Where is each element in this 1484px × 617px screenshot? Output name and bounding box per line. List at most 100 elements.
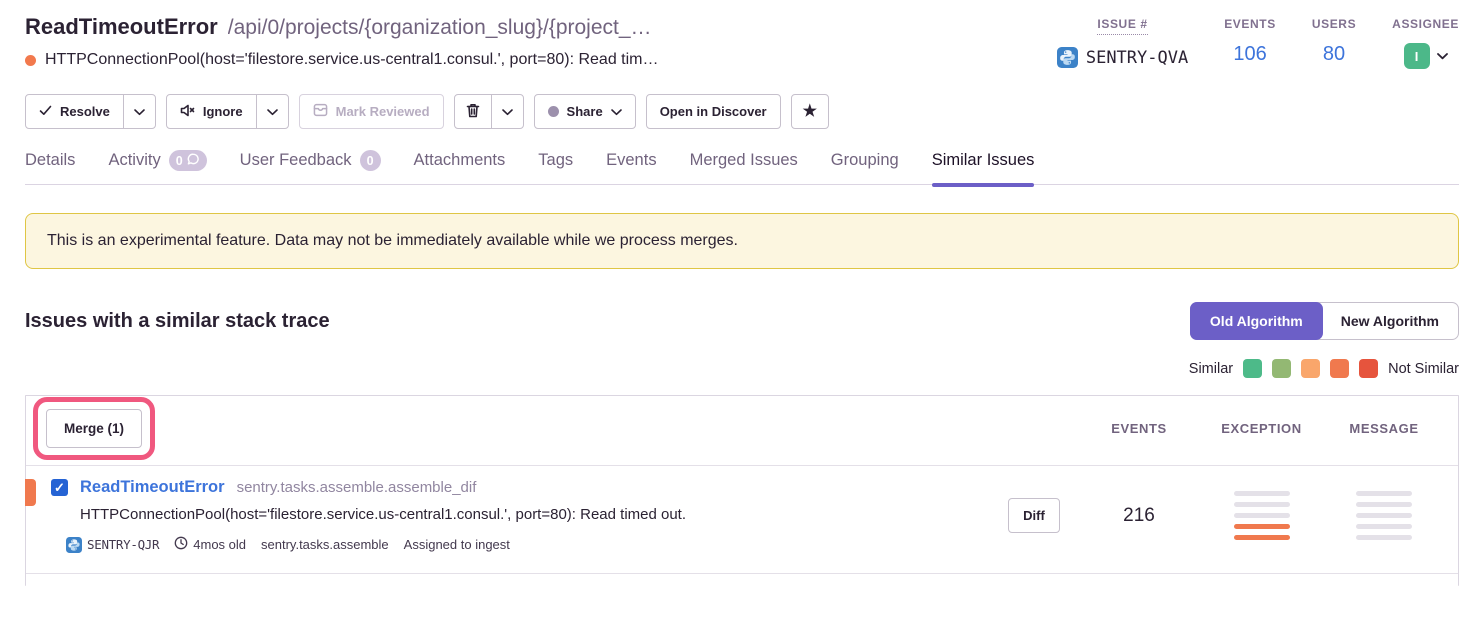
similar-issue-culprit: sentry.tasks.assemble.assemble_dif	[237, 479, 477, 496]
resolve-button[interactable]: Resolve	[25, 94, 124, 129]
mark-reviewed-button[interactable]: Mark Reviewed	[299, 94, 444, 129]
legend-swatch	[1243, 359, 1262, 378]
issue-page: ReadTimeoutError /api/0/projects/{organi…	[0, 14, 1484, 586]
similarity-legend-swatches	[1243, 359, 1378, 378]
tab-user-feedback[interactable]: User Feedback 0	[240, 150, 381, 184]
resolve-button-group: Resolve	[25, 94, 156, 129]
users-label: USERS	[1312, 17, 1356, 31]
exception-similarity-spectrum	[1234, 491, 1290, 540]
stat-assignee: ASSIGNEE I	[1392, 17, 1459, 69]
events-count[interactable]: 106	[1233, 43, 1266, 66]
python-project-icon	[1057, 47, 1078, 68]
events-label: EVENTS	[1224, 17, 1276, 31]
delete-dropdown-button[interactable]	[491, 94, 524, 129]
similarity-bar	[1234, 524, 1290, 529]
assignee-dropdown[interactable]: I	[1404, 43, 1448, 69]
issue-title-block: ReadTimeoutError /api/0/projects/{organi…	[25, 14, 659, 69]
similarity-bar	[1356, 491, 1412, 496]
users-count[interactable]: 80	[1323, 43, 1345, 66]
chevron-down-icon	[267, 104, 278, 119]
issue-number-label: ISSUE #	[1097, 17, 1147, 35]
chevron-down-icon	[611, 104, 622, 119]
check-icon	[39, 104, 52, 119]
bookmark-star-button[interactable]: ★	[791, 94, 829, 129]
column-header-message: MESSAGE	[1324, 421, 1444, 436]
merge-button[interactable]: Merge (1)	[46, 409, 142, 448]
legend-similar-label: Similar	[1189, 361, 1233, 377]
stat-issue-number: ISSUE # SENTRY-QVA	[1057, 17, 1188, 69]
similarity-bar	[1234, 535, 1290, 540]
similar-issue-message: HTTPConnectionPool(host='filestore.servi…	[80, 506, 969, 523]
diff-button[interactable]: Diff	[1008, 498, 1060, 533]
tab-attachments[interactable]: Attachments	[414, 150, 506, 184]
legend-not-similar-label: Not Similar	[1388, 361, 1459, 377]
new-algorithm-button[interactable]: New Algorithm	[1322, 303, 1458, 339]
tab-activity[interactable]: Activity 0	[108, 150, 206, 184]
ignore-dropdown-button[interactable]	[256, 94, 289, 129]
similar-issue-row: ✓ ReadTimeoutError sentry.tasks.assemble…	[26, 465, 1458, 574]
ignore-button-group: Ignore	[166, 94, 289, 129]
similarity-legend: Similar Not Similar	[25, 359, 1459, 378]
star-icon: ★	[803, 104, 817, 120]
delete-button-group	[454, 94, 524, 129]
delete-button[interactable]	[454, 94, 492, 129]
column-headers: EVENTS EXCEPTION MESSAGE	[1079, 421, 1458, 436]
project-short-id-text: SENTRY-QJR	[87, 537, 159, 552]
message-similarity-spectrum	[1356, 491, 1412, 540]
similarity-bar	[1356, 524, 1412, 529]
assignee-avatar[interactable]: I	[1404, 43, 1430, 69]
trash-icon	[466, 103, 480, 121]
legend-swatch	[1359, 359, 1378, 378]
column-header-events: EVENTS	[1079, 421, 1199, 436]
tab-events[interactable]: Events	[606, 150, 656, 184]
row-checkbox[interactable]: ✓	[51, 479, 68, 496]
issue-stats: ISSUE # SENTRY-QVA EVENTS 106 USERS 80 A…	[1057, 14, 1459, 69]
legend-swatch	[1330, 359, 1349, 378]
algorithm-toggle: Old Algorithm New Algorithm	[1190, 302, 1459, 340]
issue-title: ReadTimeoutError	[25, 14, 218, 40]
legend-swatch	[1301, 359, 1320, 378]
open-in-discover-button[interactable]: Open in Discover	[646, 94, 781, 129]
comment-bubble-icon	[187, 153, 200, 169]
similarity-bar	[1356, 513, 1412, 518]
issue-transaction-path: /api/0/projects/{organization_slug}/{pro…	[228, 16, 652, 40]
issue-task: sentry.tasks.assemble	[261, 537, 389, 552]
old-algorithm-button[interactable]: Old Algorithm	[1190, 302, 1323, 340]
share-button[interactable]: Share	[534, 94, 636, 129]
issue-short-id: SENTRY-QVA	[1057, 47, 1188, 68]
similarity-bar	[1234, 513, 1290, 518]
section-title: Issues with a similar stack trace	[25, 310, 330, 333]
issue-assigned-to: Assigned to ingest	[404, 537, 510, 552]
chevron-down-icon	[502, 104, 513, 119]
tab-details[interactable]: Details	[25, 150, 75, 184]
error-level-dot	[25, 55, 36, 66]
legend-swatch	[1272, 359, 1291, 378]
mute-icon	[180, 104, 195, 120]
feedback-count-badge: 0	[360, 150, 381, 171]
similar-issue-title-link[interactable]: ReadTimeoutError	[80, 478, 225, 497]
tab-tags[interactable]: Tags	[538, 150, 573, 184]
chevron-down-icon	[134, 104, 145, 119]
error-level-bar	[25, 479, 36, 506]
issue-short-id-text: SENTRY-QVA	[1086, 48, 1188, 68]
similarity-bar	[1356, 535, 1412, 540]
similar-issues-panel: Merge (1) EVENTS EXCEPTION MESSAGE ✓ Rea…	[25, 395, 1459, 586]
chevron-down-icon	[1437, 53, 1448, 60]
stat-users: USERS 80	[1312, 17, 1356, 69]
issue-subtitle: HTTPConnectionPool(host='filestore.servi…	[45, 51, 659, 69]
assignee-label: ASSIGNEE	[1392, 17, 1459, 31]
activity-count-badge: 0	[169, 150, 207, 171]
tab-merged-issues[interactable]: Merged Issues	[690, 150, 798, 184]
stat-events: EVENTS 106	[1224, 17, 1276, 69]
ignore-button[interactable]: Ignore	[166, 94, 257, 129]
tab-grouping[interactable]: Grouping	[831, 150, 899, 184]
share-status-dot	[548, 106, 559, 117]
tab-similar-issues[interactable]: Similar Issues	[932, 150, 1035, 184]
python-project-icon	[66, 537, 82, 553]
project-short-id: SENTRY-QJR	[66, 537, 159, 553]
similarity-bar	[1356, 502, 1412, 507]
action-toolbar: Resolve Ignore Mark Reviewed Share O	[25, 94, 1459, 129]
resolve-dropdown-button[interactable]	[123, 94, 156, 129]
column-header-exception: EXCEPTION	[1199, 421, 1324, 436]
panel-header: Merge (1) EVENTS EXCEPTION MESSAGE	[26, 396, 1458, 465]
